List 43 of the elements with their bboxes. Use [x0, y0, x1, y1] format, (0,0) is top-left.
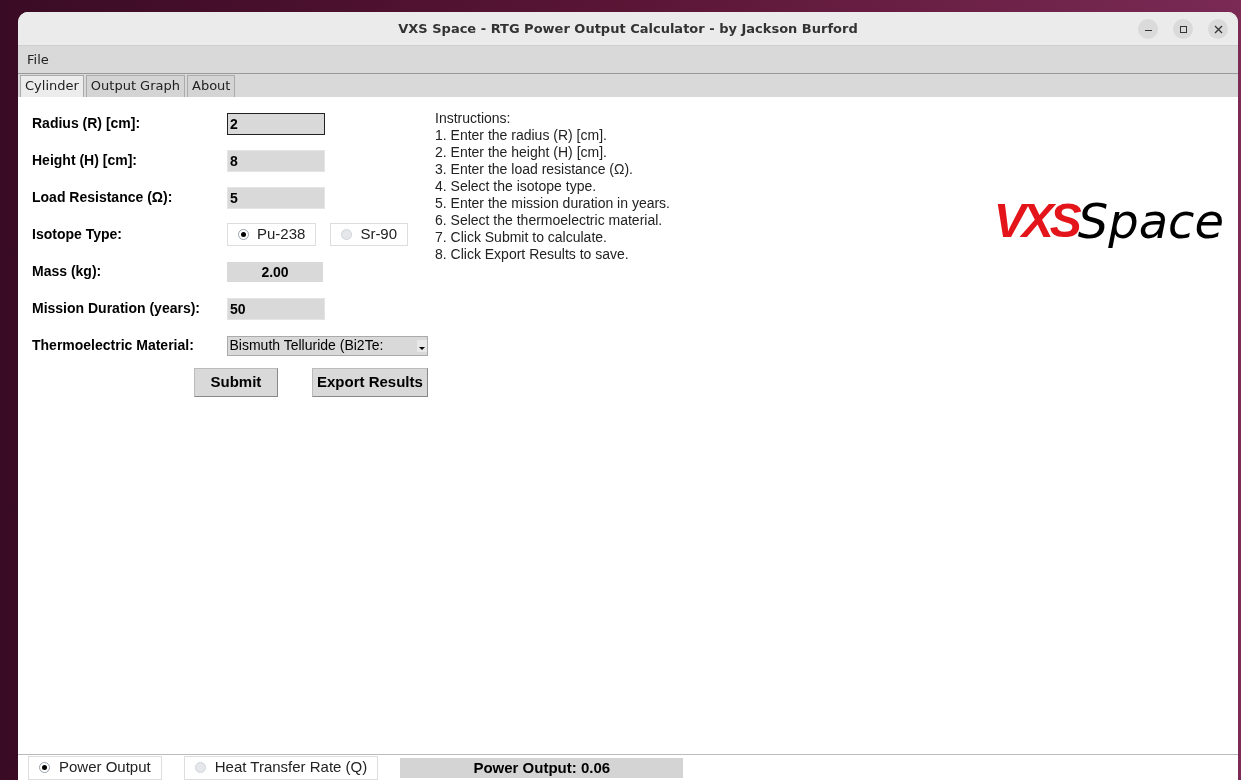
field-label: Thermoelectric Material: [32, 336, 195, 355]
instruction-line: 6. Select the thermoelectric material. [435, 212, 664, 229]
close-button[interactable] [1208, 19, 1228, 39]
instruction-line: 3. Enter the load resistance (Ω). [435, 161, 634, 178]
close-icon [1213, 24, 1223, 34]
input-field[interactable]: 8 [227, 149, 325, 172]
input-field[interactable]: 5 [227, 186, 325, 209]
material-dropdown[interactable]: Bismuth Telluride (Bi2Te: [226, 335, 428, 356]
isotope-option[interactable]: Sr-90 [330, 223, 409, 246]
tab[interactable]: Cylinder [20, 75, 84, 97]
instruction-line: Instructions: [435, 110, 512, 127]
window-title: VXS Space - RTG Power Output Calculator - by Jackson Burford [398, 19, 858, 38]
field-label: Height (H) [cm]: [32, 151, 138, 170]
isotope-option[interactable]: Pu-238 [227, 223, 317, 246]
field-label: Mission Duration (years): [32, 299, 202, 318]
maximize-button[interactable] [1173, 19, 1193, 39]
tab[interactable]: Output Graph [85, 75, 185, 97]
radio-button[interactable] [238, 229, 249, 240]
action-button[interactable]: Export Results [311, 368, 428, 397]
mode-option[interactable]: Power Output [28, 755, 162, 780]
mode-option[interactable]: Heat Transfer Rate (Q) [183, 755, 379, 780]
instruction-line: 7. Click Submit to calculate. [435, 229, 608, 246]
logo-mark: VXS [993, 197, 1078, 245]
mass-readout: 2.00 [227, 261, 323, 282]
menu-item[interactable]: File [26, 49, 50, 70]
input-field[interactable]: 2 [227, 112, 325, 135]
instruction-line: 2. Enter the height (H) [cm]. [435, 144, 608, 161]
instruction-line: 5. Enter the mission duration in years. [435, 195, 670, 212]
field-label: Isotope Type: [32, 225, 123, 244]
instruction-line: 8. Click Export Results to save. [435, 246, 630, 263]
radio-button[interactable] [194, 762, 206, 773]
instruction-line: 4. Select the isotope type. [435, 178, 598, 195]
field-label: Radius (R) [cm]: [32, 114, 142, 133]
field-label: Mass (kg): [32, 262, 103, 281]
input-field[interactable]: 50 [227, 297, 325, 320]
power-readout: Power Output: 0.06 [400, 757, 684, 778]
caret-icon [417, 339, 427, 352]
radio-button[interactable] [341, 229, 353, 240]
instruction-line: 1. Enter the radius (R) [cm]. [435, 127, 608, 144]
radio-button[interactable] [39, 762, 50, 773]
field-label: Load Resistance (Ω): [32, 188, 174, 207]
action-button[interactable]: Submit [194, 368, 278, 397]
tab[interactable]: About [187, 75, 236, 97]
